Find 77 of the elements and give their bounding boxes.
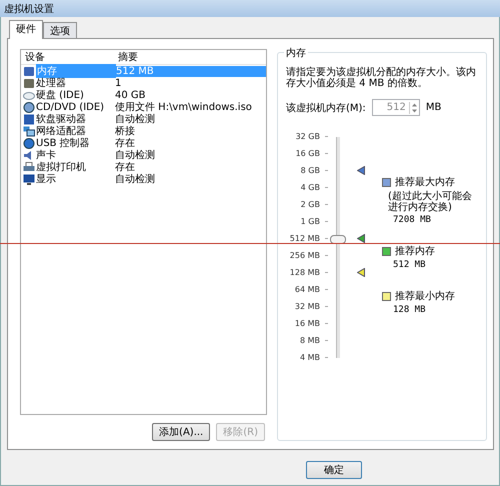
tick-mark <box>325 153 328 154</box>
device-summary: 自动检测 <box>115 112 156 126</box>
slider-thumb[interactable] <box>330 234 346 244</box>
device-summary: 512 MB <box>116 66 266 76</box>
scale-label: 256 MB <box>288 251 320 260</box>
device-icon <box>23 162 35 172</box>
tick-mark <box>325 323 328 324</box>
device-name[interactable]: 处理器 <box>36 76 115 90</box>
tick-mark <box>325 340 328 341</box>
scale-label: 16 GB <box>294 149 320 158</box>
spin-arrows-icon[interactable] <box>410 102 418 114</box>
field-label: 该虚拟机内存(M): <box>286 102 366 114</box>
device-icon <box>23 138 35 148</box>
tick-mark <box>325 289 328 290</box>
tick-mark <box>325 306 328 307</box>
device-icon <box>23 102 35 112</box>
device-name[interactable]: 虚拟打印机 <box>36 160 115 174</box>
unit-label: MB <box>426 102 442 113</box>
scale-label: 32 MB <box>294 302 320 311</box>
device-name[interactable]: 硬盘 (IDE) <box>36 88 115 102</box>
legend-title: 推荐最小内存 <box>395 290 455 303</box>
device-summary: 自动检测 <box>115 148 156 162</box>
scale-label: 2 GB <box>300 200 320 209</box>
tick-mark <box>325 221 328 222</box>
group-title: 内存 <box>284 46 308 60</box>
device-name[interactable]: 网络适配器 <box>36 124 115 138</box>
tab[interactable]: 选项 <box>43 22 77 38</box>
device-icon <box>23 114 35 124</box>
tick-mark <box>325 255 328 256</box>
device-summary: 1 <box>115 78 122 88</box>
device-summary: 桥接 <box>115 124 136 138</box>
device-summary: 存在 <box>115 161 135 174</box>
device-summary: 自动检测 <box>115 172 156 186</box>
scale-label: 8 GB <box>300 166 320 175</box>
column-header[interactable]: 摘要 <box>118 50 266 64</box>
legend-value: 512 MB <box>392 260 427 270</box>
tab[interactable]: 硬件 <box>9 20 43 39</box>
device-icon <box>23 126 35 136</box>
tick-mark <box>325 187 328 188</box>
scale-label: 128 MB <box>288 268 320 277</box>
add-button[interactable]: 添加(A)... <box>152 423 210 441</box>
device-summary: 使用文件 H:\vm\windows.iso <box>115 100 253 114</box>
device-name[interactable]: USB 控制器 <box>36 136 115 150</box>
device-icon <box>23 90 35 100</box>
device-name[interactable]: 软盘驱动器 <box>36 112 115 126</box>
tick-mark <box>325 357 328 358</box>
tick-mark <box>325 170 328 171</box>
device-name[interactable]: 显示 <box>36 172 115 186</box>
device-icon <box>23 66 35 76</box>
device-name[interactable]: 声卡 <box>36 148 115 162</box>
tick-mark <box>325 204 328 205</box>
device-summary: 存在 <box>115 137 135 150</box>
scale-label: 32 GB <box>294 132 320 141</box>
column-header[interactable]: 设备 <box>25 50 118 64</box>
device-name[interactable]: CD/DVD (IDE) <box>36 102 115 112</box>
legend-note: (超过此大小可能会进行内存交换) <box>387 191 473 213</box>
window-title: 虚拟机设置 <box>4 2 54 16</box>
legend-title: 推荐最大内存 <box>395 176 455 189</box>
tick-mark <box>325 136 328 137</box>
legend-value: 128 MB <box>392 305 427 315</box>
description: 请指定要为该虚拟机分配的内存大小。该内存大小值必须是 4 MB 的倍数。 <box>286 67 477 89</box>
legend-value: 7208 MB <box>392 215 432 225</box>
scale-label: 1 GB <box>300 217 320 226</box>
ok-button[interactable]: 确定 <box>306 461 362 479</box>
scale-label: 512 MB <box>288 234 320 243</box>
scale-label: 4 GB <box>300 183 320 192</box>
tick-mark <box>325 238 328 239</box>
tick-mark <box>325 272 328 273</box>
scale-label: 4 MB <box>298 353 320 362</box>
slider-track[interactable] <box>330 136 366 358</box>
device-icon <box>23 78 35 88</box>
scale-label: 16 MB <box>294 319 320 328</box>
legend-title: 推荐内存 <box>395 244 435 258</box>
device-summary: 40 GB <box>115 90 147 100</box>
scale-label: 64 MB <box>294 285 320 294</box>
device-icon <box>23 174 35 184</box>
scale-label: 8 MB <box>298 336 320 345</box>
